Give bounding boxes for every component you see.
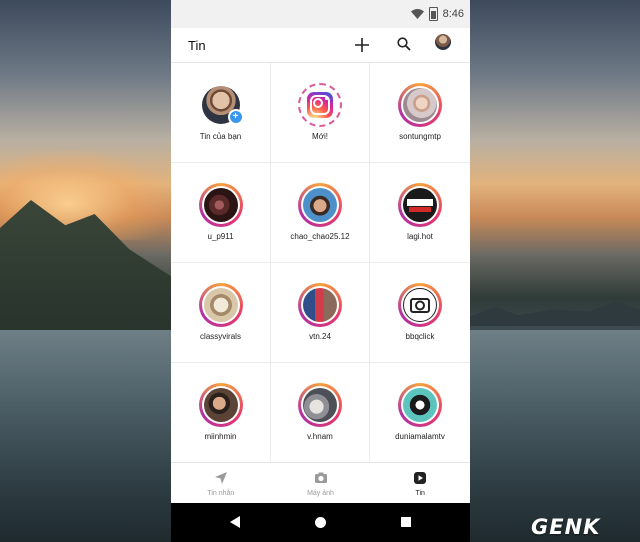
avatar	[198, 183, 243, 227]
watermark-logo: GENK	[531, 515, 601, 539]
tab-camera[interactable]: Máy ảnh	[271, 463, 371, 504]
avatar	[198, 283, 243, 327]
search-icon[interactable]	[397, 37, 411, 51]
story-cell[interactable]: v.hnam	[271, 363, 370, 463]
add-badge-icon: +	[227, 109, 244, 125]
tab-label: Tin nhắn	[207, 490, 235, 497]
story-cell[interactable]: miinhmin	[171, 363, 271, 463]
story-cell[interactable]: sontungmtp	[370, 63, 470, 163]
story-cell-new[interactable]: Mới!	[271, 63, 370, 163]
story-label: lagi.hot	[407, 232, 433, 241]
recent-apps-icon[interactable]	[401, 517, 411, 527]
story-label: Mới!	[312, 132, 328, 141]
plus-icon	[355, 38, 369, 52]
story-label: v.hnam	[307, 432, 333, 441]
story-label: miinhmin	[204, 432, 237, 441]
lagi-hot-logo-icon	[407, 199, 433, 212]
story-label: bbqclick	[405, 332, 435, 341]
status-time: 8:46	[442, 8, 464, 20]
wifi-icon	[410, 9, 424, 19]
avatar	[298, 183, 342, 227]
avatar	[298, 383, 342, 427]
tab-messages[interactable]: Tin nhắn	[171, 463, 271, 504]
story-label: sontungmtp	[399, 132, 441, 141]
avatar	[198, 383, 243, 427]
story-cell[interactable]: lagi.hot	[370, 163, 470, 263]
story-cell[interactable]: classyvirals	[171, 263, 271, 363]
home-icon[interactable]	[315, 517, 326, 528]
send-icon	[214, 472, 227, 484]
stories-grid: + Tin của bạn Mới! sontungmtp u_p911 cha…	[171, 63, 470, 463]
camera-logo-icon	[410, 298, 430, 313]
play-icon	[414, 472, 427, 484]
avatar	[398, 83, 442, 127]
story-cell[interactable]: bbqclick	[370, 263, 470, 363]
tab-stories[interactable]: Tin	[370, 463, 470, 504]
profile-avatar-button[interactable]	[435, 34, 451, 50]
tab-label: Máy ảnh	[307, 490, 334, 497]
add-story-button[interactable]	[355, 34, 369, 56]
story-label: u_p911	[207, 232, 234, 241]
story-cell[interactable]: chao_chao25.12	[271, 163, 370, 263]
instagram-logo-icon	[298, 83, 342, 127]
story-cell[interactable]: duniamalamtv	[370, 363, 470, 463]
page-title: Tin	[188, 37, 206, 53]
background-hills-right	[470, 302, 640, 326]
header-bar: Tin	[171, 28, 470, 63]
avatar	[398, 183, 442, 227]
story-cell[interactable]: vtn.24	[271, 263, 370, 363]
story-cell[interactable]: u_p911	[171, 163, 271, 263]
phone-screen: 8:46 Tin + Tin của bạn Mới! sontungmtp u…	[171, 0, 470, 542]
story-label: chao_chao25.12	[290, 232, 350, 241]
story-label: duniamalamtv	[395, 432, 445, 441]
story-label: Tin của bạn	[199, 132, 242, 141]
status-bar: 8:46	[171, 0, 470, 28]
avatar: +	[198, 83, 244, 127]
story-cell-own[interactable]: + Tin của bạn	[171, 63, 271, 163]
tab-label: Tin	[415, 490, 425, 497]
camera-icon	[314, 472, 327, 483]
android-nav-bar	[171, 503, 470, 542]
avatar	[298, 283, 342, 327]
story-label: vtn.24	[309, 332, 331, 341]
story-label: classyvirals	[200, 332, 241, 341]
avatar	[398, 383, 442, 427]
bottom-tab-bar: Tin nhắn Máy ảnh Tin	[171, 462, 470, 504]
avatar	[398, 283, 442, 327]
back-icon[interactable]	[230, 516, 240, 528]
battery-icon	[428, 7, 438, 21]
